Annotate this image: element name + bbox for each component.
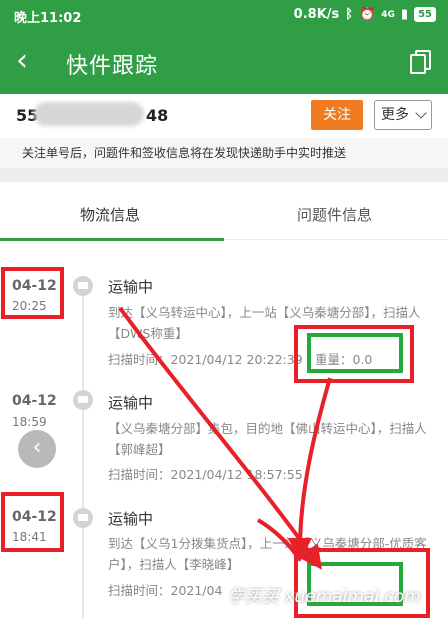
watermark: 学买买 xuemaimai.com	[228, 587, 421, 607]
screen: 晚上11:02 0.8K/s ᛒ ⏰ 4G ▮ 55 ‹ 快件跟踪 55 48 …	[0, 0, 448, 619]
annotation-arrows	[118, 306, 332, 570]
